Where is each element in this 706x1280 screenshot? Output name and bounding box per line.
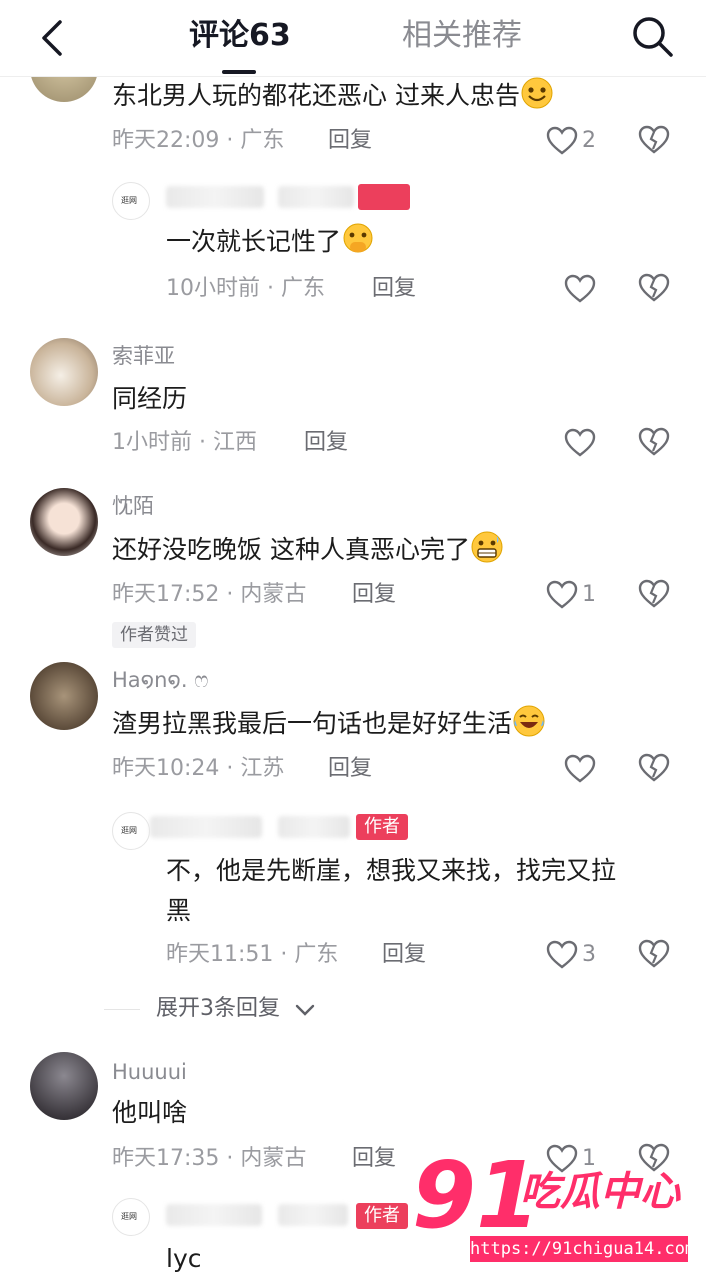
blurred-nickname: [166, 186, 264, 208]
comment-location: 广东: [294, 942, 339, 967]
blurred-nickname: [150, 816, 262, 838]
smile-emoji-icon: [521, 77, 553, 109]
reply-button[interactable]: 回复: [328, 126, 372, 156]
meta-separator: ·: [226, 128, 234, 153]
heart-icon[interactable]: [564, 426, 596, 460]
like-count: 3: [582, 942, 596, 967]
comment-text: 渣男拉黑我最后一句话也是好好生活: [112, 709, 513, 738]
blurred-nickname: [278, 186, 354, 208]
nickname[interactable]: 索菲亚: [112, 342, 175, 370]
comment-time: 昨天11:51: [166, 942, 274, 967]
comment-location: 内蒙古: [240, 582, 307, 607]
broken-heart-icon[interactable]: [638, 578, 670, 610]
comment-location: 广东: [240, 128, 285, 153]
avatar[interactable]: 逛网: [112, 1198, 150, 1236]
meta-separator: ·: [226, 582, 234, 607]
nickname[interactable]: 忱陌: [112, 492, 154, 520]
broken-heart-icon[interactable]: [638, 426, 670, 458]
watermark-url: https://91chigua14.com: [470, 1236, 695, 1262]
meta-separator: ·: [199, 430, 206, 455]
comment-text: 一次就长记性了: [166, 227, 342, 256]
avatar[interactable]: [30, 488, 98, 556]
comment-location: 江西: [213, 430, 258, 455]
heart-icon[interactable]: [564, 272, 596, 306]
author-liked-tag: 作者赞过: [112, 622, 196, 648]
avatar[interactable]: [30, 662, 98, 730]
comment-text: lyc: [166, 1244, 202, 1273]
reply-button[interactable]: 回复: [382, 940, 426, 970]
comment-time: 昨天22:09: [112, 128, 220, 153]
comment-time: 昨天17:52: [112, 582, 220, 607]
meta-separator: ·: [280, 942, 288, 967]
heart-icon[interactable]: [546, 124, 578, 158]
author-badge: 作者: [356, 814, 408, 840]
comment-time: 昨天17:35: [112, 1146, 220, 1171]
active-tab-indicator: [222, 70, 256, 74]
comment-time: 1小时前: [112, 430, 192, 455]
like-count: 1: [582, 582, 596, 607]
shush-emoji-icon: [343, 223, 373, 253]
broken-heart-icon[interactable]: [638, 752, 670, 784]
blurred-nickname: [166, 1204, 262, 1226]
grimace-emoji-icon: [471, 531, 503, 563]
reply-button[interactable]: 回复: [352, 580, 396, 610]
chevron-down-icon[interactable]: [294, 1000, 316, 1020]
broken-heart-icon[interactable]: [638, 124, 670, 156]
broken-heart-icon[interactable]: [638, 938, 670, 970]
comment-text: 他叫啥: [112, 1098, 188, 1127]
watermark: 91 吃瓜中心 https://91chigua14.com: [408, 1146, 704, 1278]
comment-text: 不，他是先断崖，想我又来找，找完又拉: [166, 856, 617, 885]
avatar[interactable]: 逛网: [112, 182, 150, 220]
comment-text: 还好没吃晚饭 这种人真恶心完了: [112, 535, 470, 564]
author-badge: 作者: [356, 1203, 408, 1229]
search-icon[interactable]: [630, 14, 676, 60]
comment-time: 10小时前: [166, 276, 260, 301]
comment-text: 东北男人玩的都花还恶心 过来人忠告: [112, 81, 520, 110]
tab-comments[interactable]: 评论63: [189, 16, 291, 56]
like-count: 2: [582, 128, 596, 153]
blurred-nickname: [278, 816, 350, 838]
author-badge: [358, 184, 410, 210]
avatar[interactable]: 逛网: [112, 812, 150, 850]
comment-location: 内蒙古: [240, 1146, 307, 1171]
watermark-brand: 吃瓜中心: [520, 1169, 680, 1215]
meta-separator: ·: [267, 276, 274, 301]
back-arrow-icon[interactable]: [34, 18, 74, 58]
heart-icon[interactable]: [546, 578, 578, 612]
divider: [104, 1009, 140, 1010]
comment-location: 广东: [281, 276, 326, 301]
comments-header: 评论63 相关推荐: [0, 0, 706, 77]
reply-button[interactable]: 回复: [304, 428, 348, 458]
tab-related[interactable]: 相关推荐: [402, 16, 522, 56]
comment-text-continued: 黑: [166, 896, 192, 925]
comment-text: 同经历: [112, 384, 188, 413]
reply-button[interactable]: 回复: [372, 274, 416, 304]
reply-button[interactable]: 回复: [352, 1144, 396, 1174]
expand-replies-button[interactable]: 展开3条回复: [156, 994, 280, 1024]
comment-location: 江苏: [240, 756, 285, 781]
heart-icon[interactable]: [546, 938, 578, 972]
comment-time: 昨天10:24: [112, 756, 220, 781]
reply-button[interactable]: 回复: [328, 754, 372, 784]
meta-separator: ·: [226, 756, 234, 781]
meta-separator: ·: [226, 1146, 234, 1171]
blurred-nickname: [278, 1204, 348, 1226]
avatar[interactable]: [30, 338, 98, 406]
heart-icon[interactable]: [564, 752, 596, 786]
broken-heart-icon[interactable]: [638, 272, 670, 304]
avatar[interactable]: [30, 1052, 98, 1120]
nickname[interactable]: Huuuui: [112, 1058, 187, 1086]
laughing-tears-emoji-icon: [513, 705, 545, 737]
nickname[interactable]: Ha໑n໑. ෆ: [112, 666, 208, 694]
